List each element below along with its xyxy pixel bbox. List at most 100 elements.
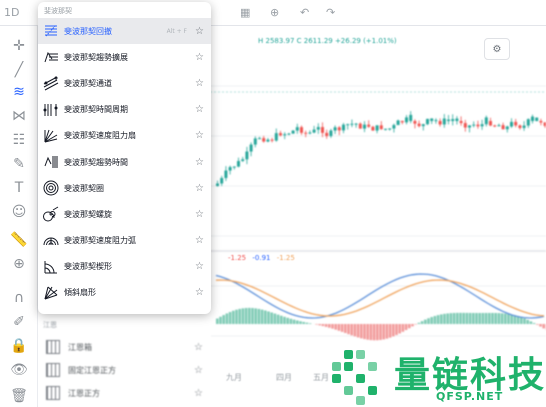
star-icon[interactable]: ☆ [195,157,204,168]
menu-item-fib-trend-time[interactable]: 斐波那契趨勢時間 ☆ [38,149,211,175]
menu-item-fib-spiral[interactable]: 斐波那契螺旋 ☆ [38,201,211,227]
macd-histogram-bar [248,307,251,324]
macd-histogram-bar [488,312,491,324]
menu-item-fib-speed-arcs[interactable]: 斐波那契速度阻力弧 ☆ [38,228,211,254]
macd-histogram-bar [408,324,411,329]
candle [249,144,253,152]
candle [451,119,455,121]
star-icon[interactable]: ☆ [195,78,204,89]
macd-histogram-bar [321,324,325,327]
macd-histogram-bar [424,319,427,324]
star-icon[interactable]: ☆ [195,183,204,194]
candle [295,127,299,131]
candle [497,125,501,127]
candle [438,121,442,125]
chart-settings-button[interactable]: ⚙ [484,38,510,60]
candle [409,114,413,121]
candle [358,123,362,129]
candle [468,125,471,128]
macd-histogram-bar [392,324,395,337]
menu-item-fib-channel[interactable]: 斐波那契通道 ☆ [38,70,211,96]
menu-item-fib-circles[interactable]: 斐波那契圈 ☆ [38,175,211,201]
macd-histogram-bar [315,324,318,325]
candle [434,120,438,122]
star-icon[interactable]: ☆ [195,261,204,272]
eye-icon[interactable]: 👁 [9,360,29,380]
star-icon[interactable]: ☆ [195,235,204,246]
star-icon[interactable]: ☆ [194,342,203,353]
brush-icon[interactable]: ✎ [9,154,29,174]
star-icon[interactable]: ☆ [194,388,203,399]
trendline-icon[interactable]: ╱ [9,60,29,80]
candle [350,123,354,125]
menu-item-pitchfan[interactable]: 傾斜扇形 ☆ [38,280,211,306]
redo-icon[interactable]: ↷ [326,6,335,19]
macd-histogram-bar [254,308,257,324]
gann-item-label: 固定江恩正方 [68,365,116,375]
macd-histogram-bar [299,321,302,324]
star-icon[interactable]: ☆ [195,52,204,63]
star-icon[interactable]: ☆ [195,104,204,115]
macd-histogram-bar [344,324,347,333]
menu-item-label: 傾斜扇形 [64,288,96,298]
menu-item-label: 斐波那契速度阻力扇 [64,131,136,141]
fibonacci-tool-icon[interactable]: ≋ [9,82,29,102]
crosshair-icon[interactable]: ✛ [9,36,29,56]
ruler-icon[interactable]: 📏 [9,230,29,250]
macd-histogram-bar [529,321,533,324]
fib-time-zone-icon [42,101,60,119]
undo-icon[interactable]: ↶ [300,6,309,19]
section-header: 江恩 [43,321,57,329]
stay-drawing-icon[interactable]: ✐ [9,312,29,332]
candle [421,124,425,127]
interval-button[interactable]: 1D [4,6,19,19]
emoji-icon[interactable]: ☺ [9,202,29,222]
gann-item[interactable]: 固定江恩正方 ☆ [46,359,211,381]
text-icon[interactable]: T [9,178,29,198]
menu-item-fib-speed-fan[interactable]: 斐波那契速度阻力扇 ☆ [38,123,211,149]
macd-histogram-bar [340,324,344,332]
lock-icon[interactable]: 🔒 [9,336,29,356]
add-icon[interactable]: ⊕ [270,6,279,19]
gann-item[interactable]: 江恩箱 ☆ [46,336,211,358]
macd-histogram-bar [305,322,309,324]
menu-item-fib-retracement[interactable]: 斐波那契回撤 Alt + F ☆ [38,18,211,45]
magnet-icon[interactable]: ∩ [9,288,29,308]
gann-square-fixed-icon [46,363,60,377]
candle [396,120,400,126]
menu-item-fib-trend-extension[interactable]: 斐波那契趨勢擴展 ☆ [38,44,211,70]
macd-histogram-bar [337,324,341,331]
macd-histogram-bar [331,324,334,329]
macd-histogram-bar [356,324,360,338]
pattern-icon[interactable]: ⋈ [9,106,29,126]
star-icon[interactable]: ☆ [195,130,204,141]
menu-item-fib-time-zone[interactable]: 斐波那契時間周期 ☆ [38,97,211,123]
candle [291,130,295,134]
fib-speed-fan-icon [42,127,60,145]
fib-channel-icon [42,74,60,92]
star-icon[interactable]: ☆ [195,26,204,37]
trash-icon[interactable]: 🗑 [9,386,29,406]
star-icon[interactable]: ☆ [195,209,204,220]
macd-value-1: -1.25 [228,254,247,262]
gann-square-icon [46,386,60,400]
layout-grid-icon[interactable]: ▦ [240,6,250,19]
watermark-subtext: QFSP.NET [436,390,504,403]
macd-histogram-bar [532,323,536,324]
prediction-icon[interactable]: ☷ [9,130,29,150]
macd-histogram-bar [376,324,379,341]
macd-histogram-bar [539,324,542,327]
star-icon[interactable]: ☆ [195,287,204,298]
candle [463,123,467,128]
menu-item-label: 斐波那契螺旋 [64,209,112,219]
menu-item-fib-wedge[interactable]: 斐波那契楔形 ☆ [38,254,211,280]
star-icon[interactable]: ☆ [194,365,203,376]
candle [400,121,404,123]
candle [514,121,518,126]
candle [354,123,358,125]
gann-item[interactable]: 江恩正方 ☆ [46,382,211,404]
fib-retracement-icon [42,22,60,40]
zoom-icon[interactable]: ⊕ [9,254,29,274]
macd-histogram-bar [446,313,449,324]
menu-item-label: 斐波那契圈 [64,183,104,193]
